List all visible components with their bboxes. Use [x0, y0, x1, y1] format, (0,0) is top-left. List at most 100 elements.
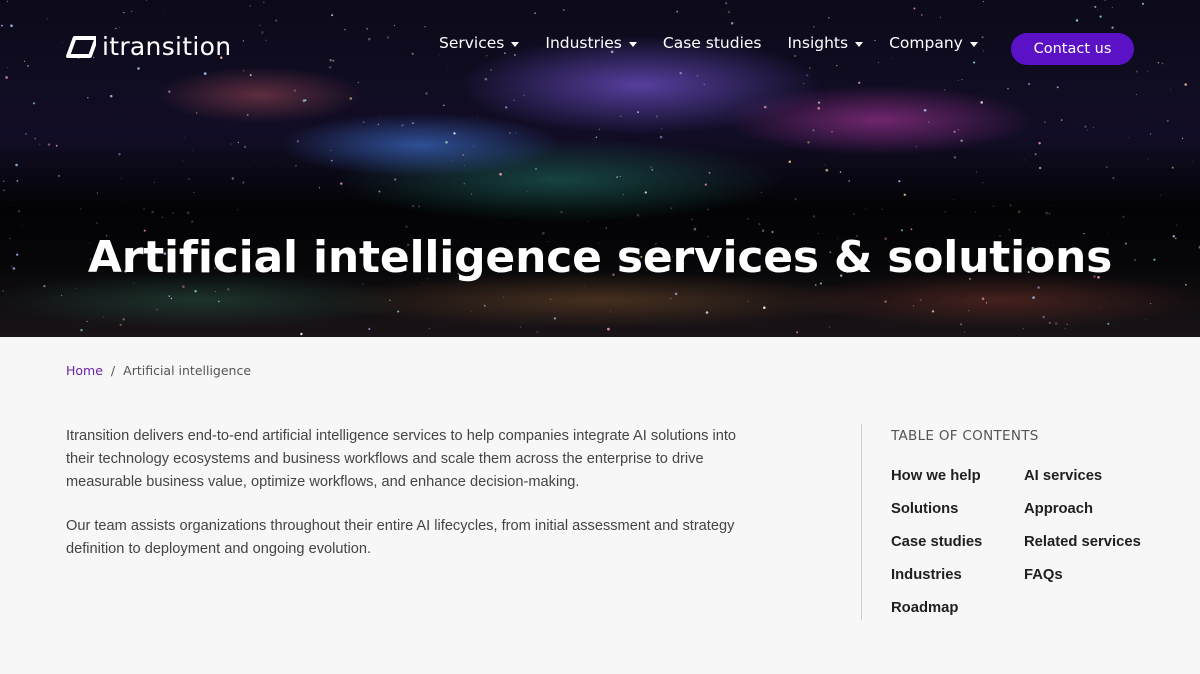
toc-link-ai-services[interactable]: AI services	[1024, 467, 1141, 500]
star-dot	[953, 130, 956, 133]
hero-banner: itransition Services Industries Case stu…	[0, 0, 1200, 337]
star-dot	[1166, 119, 1169, 122]
star-dot	[296, 140, 299, 143]
star-dot	[168, 295, 171, 297]
star-dot	[599, 128, 601, 130]
star-dot	[828, 326, 831, 328]
star-dot	[505, 106, 508, 109]
nav-label: Industries	[545, 34, 622, 52]
logo-text: itransition	[102, 32, 232, 61]
star-dot	[919, 298, 922, 301]
star-dot	[389, 299, 391, 301]
toc-link-faqs[interactable]: FAQs	[1024, 566, 1141, 599]
star-dot	[1150, 303, 1152, 305]
star-dot	[758, 223, 761, 226]
star-dot	[1060, 119, 1063, 121]
star-dot	[691, 218, 694, 221]
toc-link-solutions[interactable]: Solutions	[891, 500, 982, 533]
star-dot	[620, 115, 622, 117]
star-dot	[3, 189, 5, 192]
star-dot	[1145, 319, 1147, 321]
star-dot	[1161, 62, 1164, 65]
toc-column-2: AI services Approach Related services FA…	[1024, 467, 1141, 599]
star-dot	[961, 78, 963, 81]
star-dot	[865, 207, 867, 209]
nav-item-company[interactable]: Company	[889, 34, 978, 52]
star-dot	[43, 284, 46, 288]
star-dot	[1064, 327, 1067, 330]
star-dot	[503, 296, 505, 298]
star-dot	[583, 286, 585, 287]
star-dot	[536, 330, 539, 333]
star-dot	[143, 207, 145, 210]
star-dot	[217, 300, 220, 303]
star-dot	[968, 310, 970, 312]
toc-link-related-services[interactable]: Related services	[1024, 533, 1141, 566]
star-dot	[981, 297, 985, 301]
star-dot	[878, 62, 880, 64]
star-dot	[509, 132, 511, 134]
star-dot	[760, 192, 762, 194]
toc-link-how-we-help[interactable]: How we help	[891, 467, 982, 500]
star-dot	[3, 180, 5, 182]
page-title: Artificial intelligence services & solut…	[87, 232, 1113, 283]
star-dot	[411, 204, 415, 208]
toc-link-industries[interactable]: Industries	[891, 566, 982, 599]
breadcrumb-current: Artificial intelligence	[123, 363, 252, 378]
star-dot	[119, 154, 121, 155]
star-dot	[1072, 125, 1074, 127]
star-dot	[230, 143, 232, 145]
star-dot	[450, 160, 452, 161]
star-dot	[944, 211, 946, 213]
toc-link-approach[interactable]: Approach	[1024, 500, 1141, 533]
toc-divider	[861, 424, 862, 620]
star-dot	[1037, 286, 1040, 289]
star-dot	[161, 216, 164, 219]
nav-label: Services	[439, 34, 505, 52]
nav-item-case-studies[interactable]: Case studies	[663, 34, 762, 52]
star-dot	[394, 25, 396, 27]
star-dot	[703, 83, 705, 86]
star-dot	[249, 74, 252, 77]
logo[interactable]: itransition	[66, 32, 231, 61]
toc-link-roadmap[interactable]: Roadmap	[891, 599, 982, 632]
star-dot	[974, 211, 976, 213]
chevron-down-icon	[855, 41, 864, 47]
star-dot	[131, 10, 133, 12]
star-dot	[1032, 296, 1035, 299]
star-dot	[471, 193, 473, 195]
star-dot	[970, 226, 972, 227]
nav-item-insights[interactable]: Insights	[787, 34, 864, 52]
star-dot	[505, 170, 507, 173]
star-dot	[349, 97, 353, 100]
star-dot	[504, 52, 506, 54]
star-dot	[1049, 205, 1051, 207]
star-dot	[464, 164, 465, 166]
contact-us-button[interactable]: Contact us	[1011, 33, 1134, 65]
star-dot	[318, 187, 321, 189]
toc-link-case-studies[interactable]: Case studies	[891, 533, 982, 566]
star-dot	[61, 294, 63, 297]
nav-item-services[interactable]: Services	[439, 34, 520, 52]
star-dot	[1105, 166, 1108, 169]
nav-item-industries[interactable]: Industries	[545, 34, 637, 52]
star-dot	[891, 57, 893, 59]
star-dot	[1185, 284, 1187, 286]
star-dot	[386, 36, 390, 39]
star-dot	[944, 89, 946, 91]
star-dot	[397, 310, 400, 313]
star-dot	[898, 180, 901, 183]
star-dot	[62, 42, 63, 43]
star-dot	[1160, 194, 1162, 197]
star-dot	[265, 39, 267, 41]
breadcrumb-home-link[interactable]: Home	[66, 363, 103, 378]
star-dot	[293, 89, 296, 92]
star-dot	[463, 182, 466, 185]
star-dot	[1184, 83, 1188, 86]
star-dot	[1086, 129, 1089, 132]
star-dot	[992, 205, 995, 208]
star-dot	[515, 132, 517, 134]
star-dot	[930, 157, 932, 159]
star-dot	[696, 75, 698, 77]
star-dot	[80, 328, 83, 332]
